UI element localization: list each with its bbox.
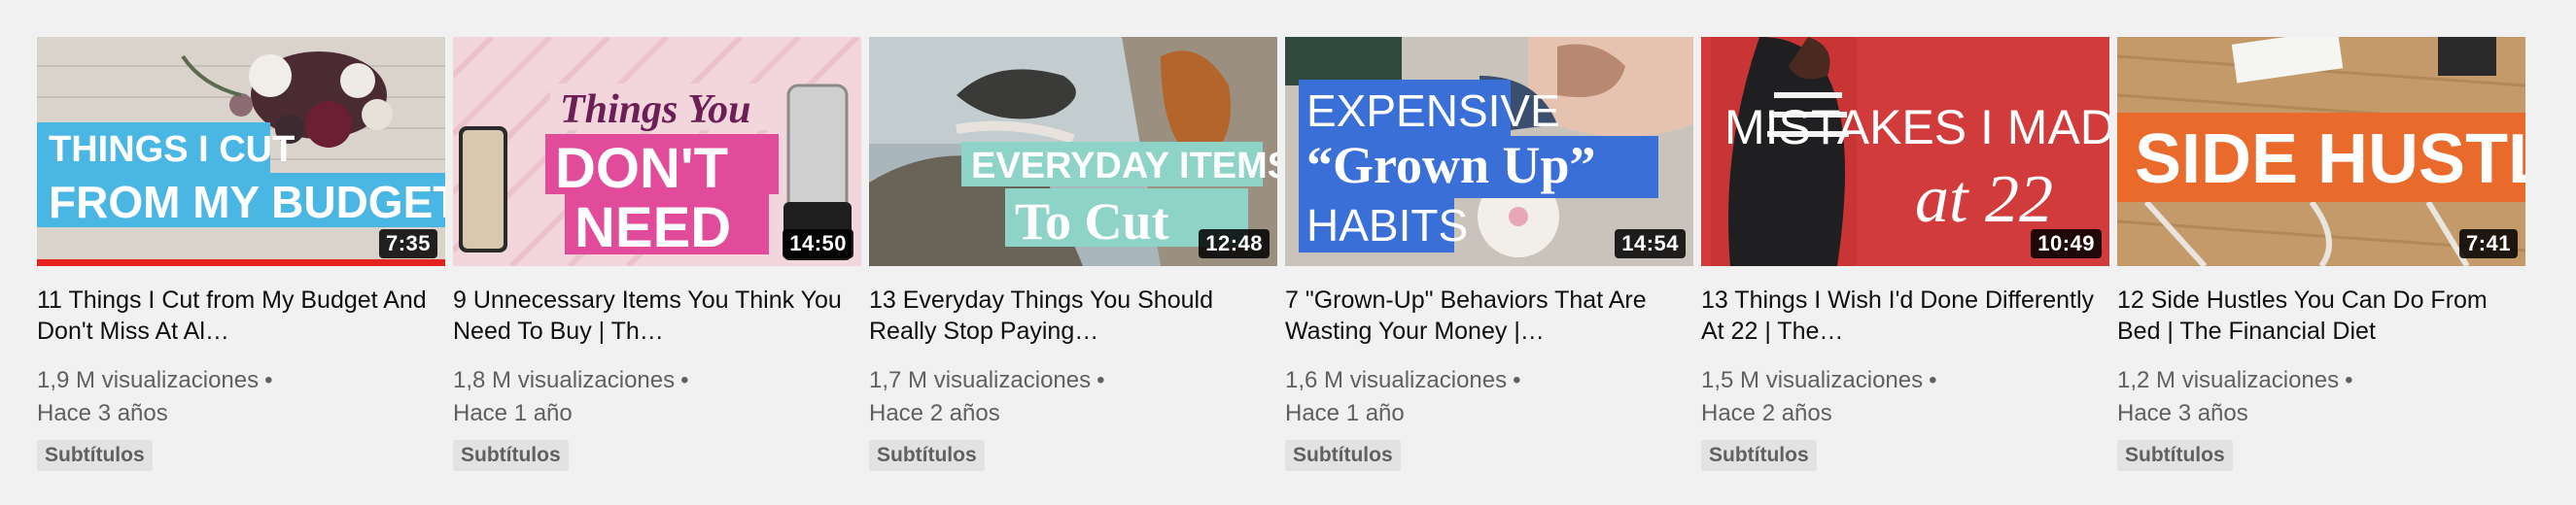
thumb-text: FROM MY BUDGET [49,177,445,227]
thumb-text: To Cut [1015,192,1169,251]
watch-progress-fill [37,259,445,266]
video-thumbnail[interactable]: SIDE HUSTLES 7:41 [2117,37,2525,266]
video-meta: 9 Unnecessary Items You Think You Need T… [453,266,861,471]
view-count: 1,6 M visualizaciones [1285,367,1508,393]
subtitles-badge: Subtítulos [869,440,985,471]
video-stats: 1,6 M visualizaciones • Hace 1 año [1285,367,1521,426]
duration-badge: 10:49 [2031,229,2102,258]
thumb-text: Things You [560,87,751,132]
subtitles-badge: Subtítulos [37,440,153,471]
view-count: 1,7 M visualizaciones [869,367,1092,393]
video-stats: 1,9 M visualizaciones • Hace 3 años [37,367,273,426]
video-thumbnail[interactable]: EVERYDAY ITEMS To Cut 12:48 [869,37,1277,266]
video-thumbnail[interactable]: MISTAKES I MADE at 22 10:49 [1701,37,2109,266]
thumb-text: EVERYDAY ITEMS [971,146,1277,186]
video-card[interactable]: EXPENSIVE “Grown Up” HABITS 14:54 7 "Gro… [1285,37,1693,471]
subtitles-badge: Subtítulos [453,440,569,471]
video-thumbnail[interactable]: THINGS I CUT FROM MY BUDGET 7:35 [37,37,445,266]
video-shelf: THINGS I CUT FROM MY BUDGET 7:35 11 Thin… [0,0,2576,505]
video-title[interactable]: 7 "Grown-Up" Behaviors That Are Wasting … [1285,285,1693,347]
thumb-text: THINGS I CUT [49,129,295,170]
thumb-text: DON'T [555,137,728,200]
upload-age: Hace 1 año [453,400,573,426]
video-stats: 1,8 M visualizaciones • Hace 1 año [453,367,689,426]
video-stats: 1,2 M visualizaciones • Hace 3 años [2117,367,2353,426]
video-card[interactable]: EVERYDAY ITEMS To Cut 12:48 13 Everyday … [869,37,1277,471]
video-meta: 13 Everyday Things You Should Really Sto… [869,266,1277,471]
upload-age: Hace 1 año [1285,400,1405,426]
view-count: 1,8 M visualizaciones [453,367,676,393]
video-thumbnail[interactable]: Things You DON'T NEED 14:50 [453,37,861,266]
thumb-text: SIDE HUSTLES [2135,120,2525,198]
video-stats: 1,5 M visualizaciones • Hace 2 años [1701,367,1937,426]
view-count: 1,2 M visualizaciones [2117,367,2340,393]
thumb-text: NEED [574,196,731,259]
duration-badge: 12:48 [1199,229,1270,258]
video-stats: 1,7 M visualizaciones • Hace 2 años [869,367,1105,426]
video-meta: 7 "Grown-Up" Behaviors That Are Wasting … [1285,266,1693,471]
video-title[interactable]: 9 Unnecessary Items You Think You Need T… [453,285,861,347]
upload-age: Hace 3 años [37,400,168,426]
watch-progress-bar [37,259,445,266]
duration-badge: 14:54 [1615,229,1686,258]
view-count: 1,5 M visualizaciones [1701,367,1924,393]
video-thumbnail[interactable]: EXPENSIVE “Grown Up” HABITS 14:54 [1285,37,1693,266]
video-title[interactable]: 12 Side Hustles You Can Do From Bed | Th… [2117,285,2525,347]
video-card[interactable]: Things You DON'T NEED 14:50 9 Unnecessar… [453,37,861,471]
thumb-text: “Grown Up” [1306,136,1596,194]
video-meta: 11 Things I Cut from My Budget And Don't… [37,266,445,471]
thumb-text: at 22 [1915,162,2053,237]
upload-age: Hace 2 años [1701,400,1832,426]
video-title[interactable]: 13 Everyday Things You Should Really Sto… [869,285,1277,347]
subtitles-badge: Subtítulos [1285,440,1401,471]
thumb-text: HABITS [1306,200,1468,251]
subtitles-badge: Subtítulos [1701,440,1817,471]
subtitles-badge: Subtítulos [2117,440,2233,471]
video-card[interactable]: SIDE HUSTLES 7:41 12 Side Hustles You Ca… [2117,37,2525,471]
upload-age: Hace 2 años [869,400,1000,426]
thumb-text: EXPENSIVE [1306,85,1560,136]
upload-age: Hace 3 años [2117,400,2248,426]
video-title[interactable]: 11 Things I Cut from My Budget And Don't… [37,285,445,347]
duration-badge: 14:50 [783,229,853,258]
video-meta: 12 Side Hustles You Can Do From Bed | Th… [2117,266,2525,471]
video-card[interactable]: THINGS I CUT FROM MY BUDGET 7:35 11 Thin… [37,37,445,471]
thumb-text: MISTAKES I MADE [1724,100,2109,154]
video-card[interactable]: MISTAKES I MADE at 22 10:49 13 Things I … [1701,37,2109,471]
view-count: 1,9 M visualizaciones [37,367,260,393]
video-meta: 13 Things I Wish I'd Done Differently At… [1701,266,2109,471]
video-title[interactable]: 13 Things I Wish I'd Done Differently At… [1701,285,2109,347]
duration-badge: 7:35 [378,229,437,258]
duration-badge: 7:41 [2458,229,2518,258]
